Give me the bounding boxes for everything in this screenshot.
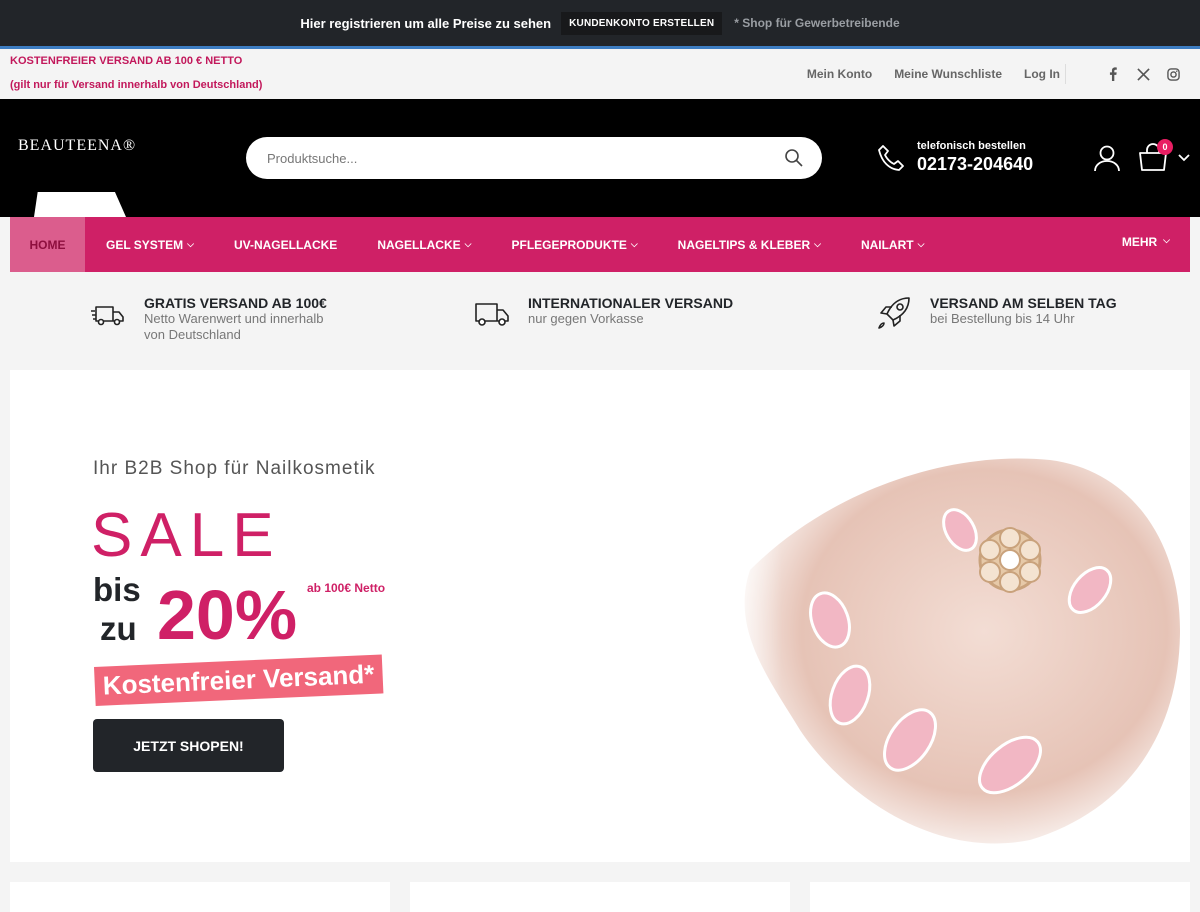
create-account-button[interactable]: KUNDENKONTO ERSTELLEN (561, 11, 723, 35)
search-input[interactable] (246, 137, 726, 179)
nav-label: NAGELLACKE (377, 237, 461, 252)
promo-text: Hier registrieren um alle Preise zu sehe… (300, 15, 552, 31)
feature-subtitle: Netto Warenwert und innerhalb von Deutsc… (144, 311, 324, 342)
wishlist-link[interactable]: Meine Wunschliste (894, 67, 1002, 81)
hero-discount: 20% (157, 576, 298, 654)
nav-label: PFLEGEPRODUKTE (511, 237, 627, 252)
login-link[interactable]: Log In (1024, 67, 1060, 81)
shipping-truck-icon (91, 306, 124, 326)
x-icon[interactable] (1135, 66, 1151, 82)
cart-count-badge: 0 (1157, 139, 1173, 155)
hero-netto-note: ab 100€ Netto (307, 581, 386, 595)
feature-subtitle: bei Bestellung bis 14 Uhr (930, 311, 1075, 326)
logo-decoration (34, 192, 126, 217)
feature-subtitle: nur gegen Vorkasse (528, 311, 644, 326)
divider (1065, 64, 1066, 84)
nav-item-home[interactable]: HOME (10, 217, 85, 272)
chevron-down-icon: ⌵ (630, 239, 638, 249)
category-card[interactable] (10, 882, 390, 912)
feature-title: GRATIS VERSAND AB 100€ (144, 295, 327, 311)
promo-bar: Hier registrieren um alle Preise zu sehe… (0, 0, 1200, 46)
feature-title: VERSAND AM SELBEN TAG (930, 295, 1117, 311)
nav-label: GEL SYSTEM (106, 237, 184, 252)
phone-label: telefonisch bestellen (917, 140, 1026, 152)
shipping-notice: KOSTENFREIER VERSAND AB 100 € NETTO (10, 55, 243, 67)
main-header: BEAUTEENA® telefonisch bestellen 02173-2… (0, 99, 1200, 217)
search-icon[interactable] (784, 148, 804, 168)
hero-tagline: Ihr B2B Shop für Nailkosmetik (93, 458, 376, 479)
hero-bis: bis (93, 571, 141, 608)
truck-icon (475, 303, 509, 326)
feature-same-day: VERSAND AM SELBEN TAG bei Bestellung bis… (876, 295, 1117, 331)
nav-label: UV-NAGELLACKE (233, 237, 338, 252)
nav-label: HOME (29, 237, 66, 252)
my-account-link[interactable]: Mein Konto (807, 67, 872, 81)
rocket-icon (878, 297, 910, 329)
chevron-down-icon[interactable] (1178, 153, 1190, 163)
hero-sale-heading: SALE (91, 501, 282, 570)
shipping-notice-detail: (gilt nur für Versand innerhalb von Deut… (10, 79, 263, 91)
category-card[interactable] (410, 882, 790, 912)
chevron-down-icon: ⌵ (917, 239, 925, 249)
nav-item-pflegeprodukte[interactable]: PFLEGEPRODUKTE ⌵ (491, 217, 657, 272)
hand-with-ring-image (710, 430, 1190, 850)
promo-note: * Shop für Gewerbetreibende (734, 16, 900, 30)
hero-free-shipping-badge: Kostenfreier Versand* (94, 654, 384, 706)
phone-number[interactable]: 02173-204640 (917, 154, 1033, 175)
category-card[interactable] (810, 882, 1190, 912)
nav-label: NAILART (860, 237, 914, 252)
nav-item-nageltips-kleber[interactable]: NAGELTIPS & KLEBER ⌵ (658, 217, 841, 272)
nav-label: NAGELTIPS & KLEBER (677, 237, 811, 252)
nav-item-nailart[interactable]: NAILART ⌵ (841, 217, 945, 272)
nav-more-label: MEHR (1121, 235, 1158, 249)
hero-zu: zu (100, 610, 137, 647)
site-logo[interactable]: BEAUTEENA® (18, 137, 136, 155)
nav-item-uv-nagellacke[interactable]: UV-NAGELLACKE (214, 217, 357, 272)
chevron-down-icon: ⌵ (464, 239, 472, 249)
facebook-icon[interactable] (1105, 66, 1121, 82)
feature-free-shipping: GRATIS VERSAND AB 100€ Netto Warenwert u… (90, 295, 327, 343)
hero-banner: Ihr B2B Shop für Nailkosmetik SALE bis z… (10, 370, 1190, 862)
nav-more[interactable]: MEHR ⌵ (1122, 235, 1170, 249)
user-icon[interactable] (1092, 143, 1122, 173)
chevron-down-icon: ⌵ (187, 239, 194, 249)
search-bar (246, 137, 822, 179)
main-navigation: HOME GEL SYSTEM ⌵ UV-NAGELLACKE NAGELLACK… (10, 217, 1190, 272)
chevron-down-icon: ⌵ (1163, 235, 1170, 245)
feature-title: INTERNATIONALER VERSAND (528, 295, 734, 311)
chevron-down-icon: ⌵ (814, 239, 821, 249)
nav-item-nagellacke[interactable]: NAGELLACKE ⌵ (357, 217, 491, 272)
top-header: KOSTENFREIER VERSAND AB 100 € NETTO (gil… (0, 49, 1200, 99)
shop-now-button[interactable]: JETZT SHOPEN! (93, 719, 284, 772)
account-links: Mein Konto Meine Wunschliste Log In (807, 67, 1060, 81)
feature-international-shipping: INTERNATIONALER VERSAND nur gegen Vorkas… (474, 295, 733, 331)
instagram-icon[interactable] (1165, 66, 1181, 82)
social-links (1105, 66, 1181, 82)
nav-item-gel-system[interactable]: GEL SYSTEM ⌵ (85, 217, 214, 272)
phone-icon (878, 145, 904, 171)
feature-strip: GRATIS VERSAND AB 100€ Netto Warenwert u… (0, 272, 1200, 370)
